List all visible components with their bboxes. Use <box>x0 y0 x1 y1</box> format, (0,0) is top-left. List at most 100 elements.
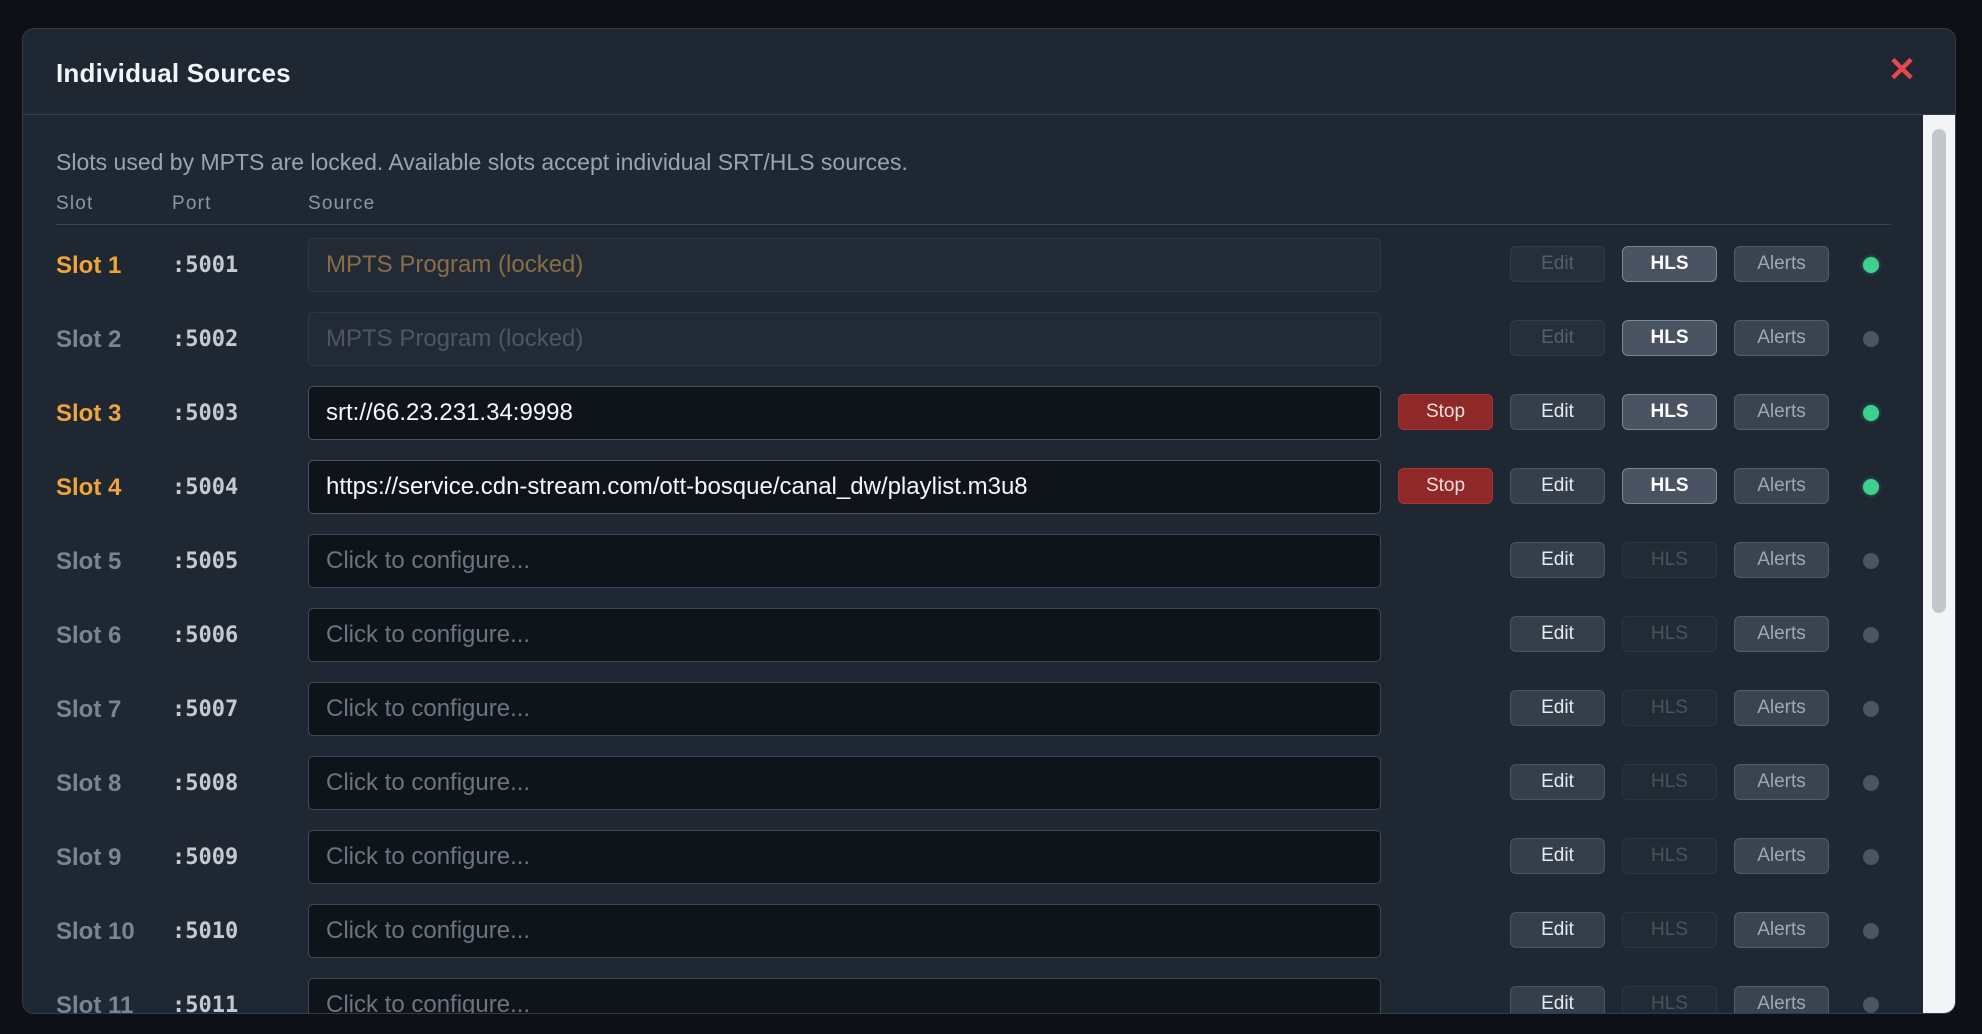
slot-row: Slot 9 :5009 Click to configure... Edit HLS A… <box>23 828 1923 888</box>
port-label: :5003 <box>172 401 239 426</box>
modal-header: Individual Sources ✕ <box>23 29 1955 115</box>
scrollbar[interactable] <box>1923 115 1955 1013</box>
slot-row: Slot 3 :5003 srt://66.23.231.34:9998 Stop Ed… <box>23 384 1923 444</box>
status-dot-icon <box>1863 997 1879 1013</box>
stop-button[interactable]: Stop <box>1398 394 1493 430</box>
hls-button: HLS <box>1622 986 1717 1013</box>
source-input[interactable]: Click to configure... <box>308 904 1381 958</box>
status-dot-icon <box>1863 775 1879 791</box>
edit-button[interactable]: Edit <box>1510 616 1605 652</box>
slot-row: Slot 8 :5008 Click to configure... Edit HLS A… <box>23 754 1923 814</box>
hls-button: HLS <box>1622 912 1717 948</box>
status-dot-icon <box>1863 479 1879 495</box>
column-header-port: Port <box>172 193 212 214</box>
alerts-button[interactable]: Alerts <box>1734 986 1829 1013</box>
modal-title: Individual Sources <box>56 58 291 88</box>
slot-row: Slot 5 :5005 Click to configure... Edit HLS A… <box>23 532 1923 592</box>
slot-row: Slot 6 :5006 Click to configure... Edit HLS A… <box>23 606 1923 666</box>
port-label: :5006 <box>172 623 239 648</box>
alerts-button[interactable]: Alerts <box>1734 246 1829 282</box>
port-label: :5008 <box>172 771 239 796</box>
status-dot-icon <box>1863 553 1879 569</box>
column-header-source: Source <box>308 193 376 214</box>
source-input[interactable]: Click to configure... <box>308 534 1381 588</box>
close-icon[interactable]: ✕ <box>1887 53 1917 87</box>
alerts-button[interactable]: Alerts <box>1734 394 1829 430</box>
slot-label: Slot 10 <box>56 918 135 945</box>
slot-row: Slot 1 :5001 MPTS Program (locked) Edit HLS A… <box>23 236 1923 296</box>
port-label: :5009 <box>172 845 239 870</box>
hls-button: HLS <box>1622 616 1717 652</box>
edit-button[interactable]: Edit <box>1510 838 1605 874</box>
status-dot-icon <box>1863 627 1879 643</box>
alerts-button[interactable]: Alerts <box>1734 468 1829 504</box>
slot-label: Slot 8 <box>56 770 122 797</box>
slot-row: Slot 2 :5002 MPTS Program (locked) Edit HLS A… <box>23 310 1923 370</box>
slot-row: Slot 11:5011 Click to configure... Edit HLS… <box>23 976 1923 1013</box>
port-label: :5011 <box>172 993 239 1013</box>
status-dot-icon <box>1863 331 1879 347</box>
slot-label: Slot 4 <box>56 474 122 501</box>
source-input[interactable]: Click to configure... <box>308 682 1381 736</box>
individual-sources-modal: Individual Sources ✕ Slots used by MPTS … <box>22 28 1956 1014</box>
slot-label: Slot 7 <box>56 696 122 723</box>
source-input[interactable]: srt://66.23.231.34:9998 <box>308 386 1381 440</box>
edit-button[interactable]: Edit <box>1510 764 1605 800</box>
alerts-button[interactable]: Alerts <box>1734 912 1829 948</box>
status-dot-icon <box>1863 701 1879 717</box>
header-divider <box>56 224 1891 225</box>
port-label: :5007 <box>172 697 239 722</box>
hls-button: HLS <box>1622 764 1717 800</box>
source-input[interactable]: Click to configure... <box>308 830 1381 884</box>
hls-button: HLS <box>1622 838 1717 874</box>
hls-button: HLS <box>1622 542 1717 578</box>
port-label: :5005 <box>172 549 239 574</box>
source-field-locked: MPTS Program (locked) <box>308 312 1381 366</box>
edit-button[interactable]: Edit <box>1510 468 1605 504</box>
slot-label: Slot 3 <box>56 400 122 427</box>
slot-label: Slot 2 <box>56 326 122 353</box>
edit-button: Edit <box>1510 320 1605 356</box>
status-dot-icon <box>1863 849 1879 865</box>
hls-button[interactable]: HLS <box>1622 320 1717 356</box>
alerts-button[interactable]: Alerts <box>1734 690 1829 726</box>
edit-button[interactable]: Edit <box>1510 986 1605 1013</box>
source-input[interactable]: Click to configure... <box>308 978 1381 1013</box>
alerts-button[interactable]: Alerts <box>1734 764 1829 800</box>
edit-button[interactable]: Edit <box>1510 912 1605 948</box>
stop-button[interactable]: Stop <box>1398 468 1493 504</box>
edit-button: Edit <box>1510 246 1605 282</box>
port-label: :5001 <box>172 253 239 278</box>
intro-text: Slots used by MPTS are locked. Available… <box>56 149 908 175</box>
edit-button[interactable]: Edit <box>1510 690 1605 726</box>
status-dot-icon <box>1863 923 1879 939</box>
port-label: :5002 <box>172 327 239 352</box>
source-input[interactable]: https://service.cdn-stream.com/ott-bosqu… <box>308 460 1381 514</box>
slot-label: Slot 9 <box>56 844 122 871</box>
hls-button[interactable]: HLS <box>1622 394 1717 430</box>
port-label: :5010 <box>172 919 239 944</box>
scrollbar-thumb[interactable] <box>1932 129 1946 613</box>
alerts-button[interactable]: Alerts <box>1734 616 1829 652</box>
alerts-button[interactable]: Alerts <box>1734 320 1829 356</box>
source-input[interactable]: Click to configure... <box>308 608 1381 662</box>
slot-label: Slot 5 <box>56 548 122 575</box>
alerts-button[interactable]: Alerts <box>1734 542 1829 578</box>
status-dot-icon <box>1863 257 1879 273</box>
slot-row: Slot 10 :5010 Click to configure... Edit HLS… <box>23 902 1923 962</box>
slot-row: Slot 7 :5007 Click to configure... Edit HLS A… <box>23 680 1923 740</box>
source-input[interactable]: Click to configure... <box>308 756 1381 810</box>
modal-body: Slots used by MPTS are locked. Available… <box>23 115 1923 1013</box>
edit-button[interactable]: Edit <box>1510 542 1605 578</box>
slot-label: Slot 6 <box>56 622 122 649</box>
hls-button: HLS <box>1622 690 1717 726</box>
alerts-button[interactable]: Alerts <box>1734 838 1829 874</box>
slot-label: Slot 1 <box>56 252 122 279</box>
column-header-slot: Slot <box>56 193 94 214</box>
source-field-locked: MPTS Program (locked) <box>308 238 1381 292</box>
status-dot-icon <box>1863 405 1879 421</box>
hls-button[interactable]: HLS <box>1622 468 1717 504</box>
hls-button[interactable]: HLS <box>1622 246 1717 282</box>
edit-button[interactable]: Edit <box>1510 394 1605 430</box>
port-label: :5004 <box>172 475 239 500</box>
